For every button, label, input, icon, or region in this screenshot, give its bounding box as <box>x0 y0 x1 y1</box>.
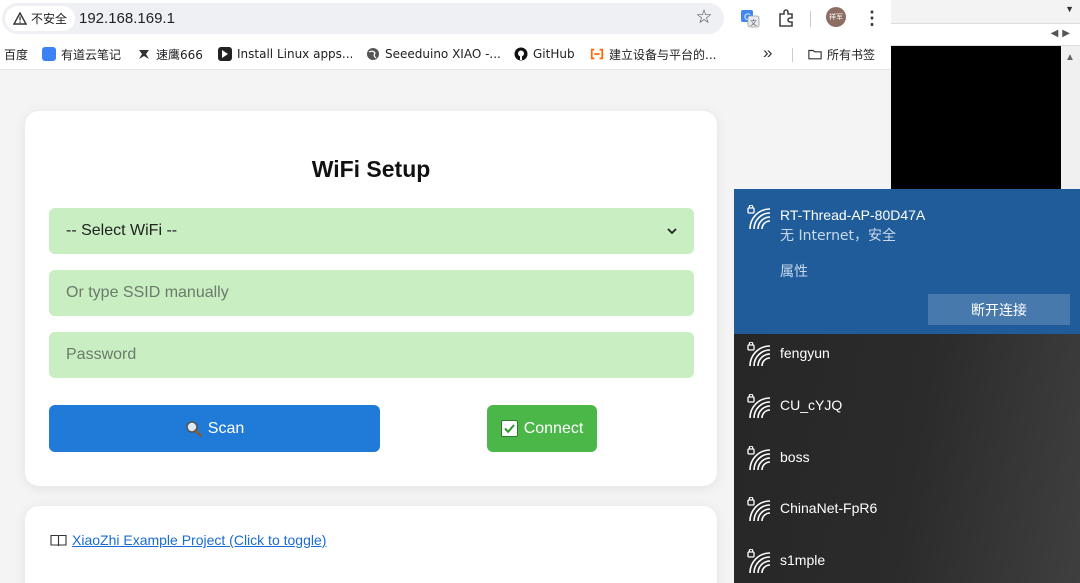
more-menu-icon[interactable]: ⋮ <box>862 8 882 28</box>
wifi-secured-icon <box>747 342 771 367</box>
network-name: fengyun <box>780 345 830 361</box>
ssid-placeholder: Or type SSID manually <box>66 284 229 301</box>
scan-label: Scan <box>207 419 245 437</box>
wifi-select[interactable]: -- Select WiFi -- <box>49 208 694 254</box>
bookmark-label: Seeeduino XIAO -... <box>385 47 501 61</box>
wifi-secured-icon <box>747 446 771 471</box>
scroll-up-icon[interactable]: ▲ <box>1065 52 1075 63</box>
wifi-secured-icon <box>747 394 771 419</box>
bookmark-label: GitHub <box>533 47 575 61</box>
wifi-select-value: -- Select WiFi -- <box>66 222 178 239</box>
youdao-note-icon <box>42 47 56 61</box>
wifi-setup-card: WiFi Setup -- Select WiFi -- Or type SSI… <box>25 111 717 486</box>
background-window-toolbar: ◀▶ <box>891 24 1080 46</box>
bookmark-all-folder[interactable]: 所有书签 <box>808 46 875 62</box>
scrollbar[interactable] <box>1061 46 1080 191</box>
wifi-secured-icon <box>747 549 771 574</box>
aliyun-icon <box>590 48 604 60</box>
dropdown-arrow-icon[interactable]: ▼ <box>1065 4 1074 14</box>
address-bar[interactable]: 不安全 192.168.169.1 ☆ <box>2 3 724 34</box>
bookmark-baidu[interactable]: 百度 <box>4 46 28 62</box>
network-name: CU_cYJQ <box>780 397 843 413</box>
wifi-secured-icon <box>747 497 771 522</box>
bookmark-label: 有道云笔记 <box>61 47 122 62</box>
bookmark-youdao[interactable]: 有道云笔记 <box>42 46 121 62</box>
nav-arrows-icon[interactable]: ◀▶ <box>1051 28 1074 39</box>
project-card: XiaoZhi Example Project (Click to toggle… <box>25 506 717 583</box>
bookmarks-bar: 百度 有道云笔记 速鹰666 Install Linux apps... See… <box>0 38 891 70</box>
bookmark-seeeduino[interactable]: Seeeduino XIAO -... <box>366 46 501 62</box>
password-input[interactable]: Password <box>49 332 694 378</box>
svg-text:文: 文 <box>750 18 757 27</box>
project-toggle-link[interactable]: XiaoZhi Example Project (Click to toggle… <box>50 532 326 548</box>
book-icon <box>50 534 67 546</box>
folder-icon <box>808 49 822 60</box>
terminal-area <box>891 46 1061 191</box>
connected-network[interactable]: RT-Thread-AP-80D47A 无 Internet，安全 属性 断开连… <box>734 189 1080 334</box>
toolbar-divider <box>810 11 811 27</box>
network-name: boss <box>780 449 810 465</box>
security-label: 不安全 <box>31 12 68 26</box>
background-window-titlebar: ▼ <box>891 0 1080 24</box>
network-item[interactable]: fengyun <box>734 334 1080 386</box>
disconnect-button[interactable]: 断开连接 <box>928 294 1070 325</box>
bookmark-github[interactable]: GitHub <box>514 46 575 62</box>
profile-avatar[interactable]: 祥军 <box>826 7 846 27</box>
connect-button[interactable]: Connect <box>487 405 597 452</box>
bookmark-install-linux[interactable]: Install Linux apps... <box>218 46 353 62</box>
github-icon <box>514 47 528 61</box>
eagle-icon <box>139 50 149 59</box>
magnifier-icon <box>185 421 202 437</box>
bookmark-aliyun[interactable]: 建立设备与平台的... <box>590 46 716 62</box>
bookmark-label: 所有书签 <box>827 47 876 62</box>
bookmark-label: 百度 <box>4 47 29 62</box>
connected-network-status: 无 Internet，安全 <box>780 228 897 244</box>
wifi-secured-icon <box>747 205 771 230</box>
bookmark-star-icon[interactable]: ☆ <box>694 8 714 28</box>
extensions-puzzle-icon[interactable] <box>776 8 796 28</box>
translate-icon[interactable]: G 文 <box>740 8 760 28</box>
project-link-label: XiaoZhi Example Project (Click to toggle… <box>72 532 327 548</box>
url-text[interactable]: 192.168.169.1 <box>79 10 175 27</box>
globe-icon <box>367 48 379 60</box>
connected-network-name: RT-Thread-AP-80D47A <box>780 207 926 223</box>
bookmarks-overflow-icon[interactable]: » <box>763 43 772 63</box>
network-item[interactable]: CU_cYJQ <box>734 386 1080 438</box>
network-item[interactable]: s1mple <box>734 541 1080 583</box>
properties-link[interactable]: 属性 <box>780 261 808 281</box>
network-item[interactable]: boss <box>734 438 1080 490</box>
check-box-icon <box>500 420 518 437</box>
browser-toolbar: 不安全 192.168.169.1 ☆ G 文 祥军 ⋮ <box>0 0 891 38</box>
warning-icon <box>13 12 27 25</box>
bookmark-suying[interactable]: 速鹰666 <box>137 46 203 62</box>
arrow-app-icon <box>218 47 232 61</box>
network-name: ChinaNet-FpR6 <box>780 500 878 516</box>
bookmark-label: Install Linux apps... <box>237 47 354 61</box>
page-title: WiFi Setup <box>311 156 431 182</box>
password-placeholder: Password <box>66 346 137 363</box>
network-item[interactable]: ChinaNet-FpR6 <box>734 489 1080 541</box>
bookmark-label: 速鹰666 <box>156 47 203 62</box>
security-chip[interactable]: 不安全 <box>5 6 76 31</box>
bookmark-label: 建立设备与平台的... <box>609 47 717 62</box>
chevron-down-icon <box>667 227 677 234</box>
scan-button[interactable]: Scan <box>49 405 380 452</box>
network-name: s1mple <box>780 552 826 568</box>
ssid-input[interactable]: Or type SSID manually <box>49 270 694 316</box>
connect-label: Connect <box>523 419 584 437</box>
wifi-flyout: RT-Thread-AP-80D47A 无 Internet，安全 属性 断开连… <box>734 189 1080 583</box>
bookmarks-divider <box>792 48 793 62</box>
